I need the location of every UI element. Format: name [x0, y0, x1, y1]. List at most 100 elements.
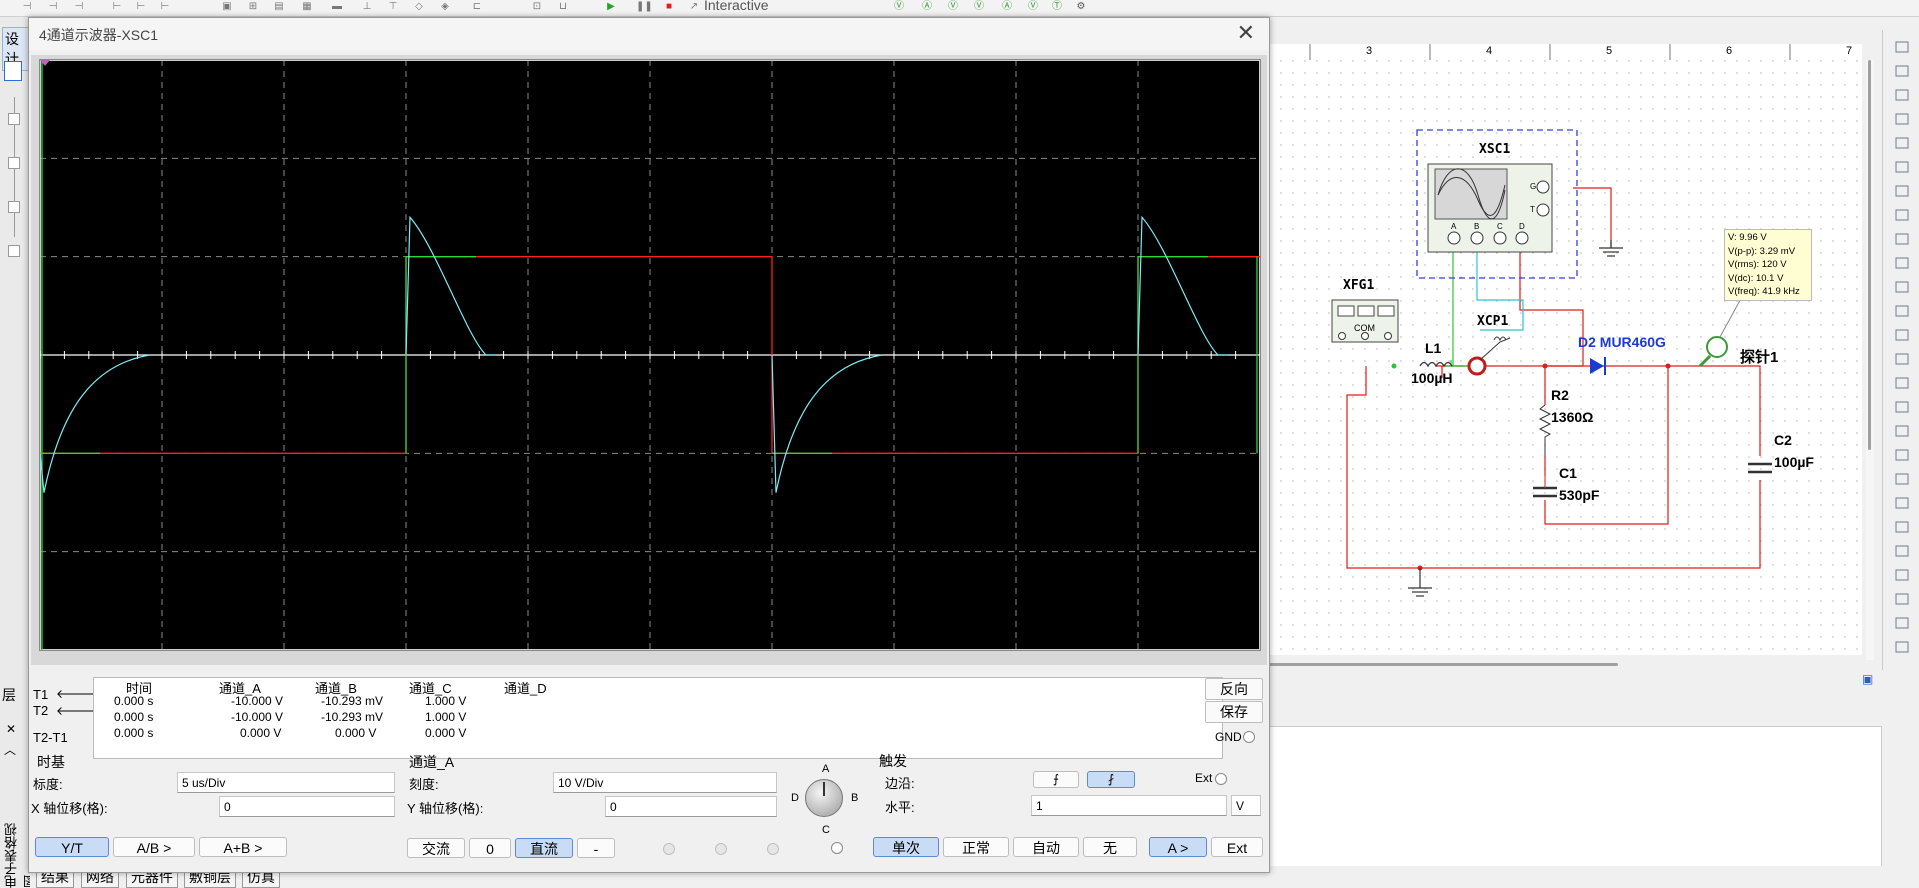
channel-scale-field[interactable]: 10 V/Div — [553, 772, 777, 793]
schematic-hscroll[interactable] — [1268, 660, 1868, 668]
instrument-toolbar-icons[interactable] — [1885, 30, 1919, 670]
layer-tab[interactable]: 层 — [2, 685, 16, 705]
t2-ch-a: -10.000 V — [231, 710, 284, 724]
component-icon[interactable]: ⊣ — [46, 1, 60, 13]
component-icon[interactable]: ▤ — [272, 1, 286, 13]
trigger-single-button[interactable]: 单次 — [873, 837, 939, 857]
coupling-ac-button[interactable]: 交流 — [407, 838, 465, 858]
gnd-radio[interactable] — [1243, 731, 1255, 743]
mode-yt-button[interactable]: Y/T — [35, 837, 109, 857]
t1-right-arrow-icon[interactable]: 🡒 — [73, 688, 105, 701]
instrument-icon[interactable]: Ⓥ — [946, 1, 960, 13]
right-tool-strip — [1882, 30, 1919, 670]
trigger-ext-radio[interactable] — [1215, 773, 1227, 785]
trigger-source-button[interactable]: A > — [1149, 837, 1207, 857]
instrument-icon[interactable]: Ⓥ — [972, 1, 986, 13]
y-position-field[interactable]: 0 — [605, 796, 777, 817]
ruler-tick-label: 7 — [1846, 45, 1853, 57]
probe-voltage: V: 9.96 V — [1728, 232, 1767, 243]
ruler-tick-label: 5 — [1606, 45, 1613, 57]
reverse-button[interactable]: 反向 — [1205, 678, 1263, 700]
component-icon[interactable]: ⊢ — [134, 1, 148, 13]
trigger-level-unit[interactable]: V — [1231, 795, 1261, 816]
component-icon[interactable]: ⊏ — [470, 1, 484, 13]
tree-toggle-icon[interactable] — [8, 113, 20, 125]
stop-icon[interactable]: ■ — [662, 1, 676, 13]
falling-edge-button[interactable]: ⨏ — [1087, 771, 1135, 788]
component-icon[interactable]: ⊔ — [556, 1, 570, 13]
scope-terminal-g: G — [1530, 182, 1537, 191]
trigger-normal-button[interactable]: 正常 — [943, 837, 1009, 857]
scope-terminal-c: C — [1497, 222, 1503, 231]
misc-icon[interactable]: ▬ — [330, 1, 344, 13]
window-titlebar[interactable]: 4通道示波器-XSC1 ✕ — [29, 18, 1269, 50]
schematic-vscroll[interactable] — [1866, 60, 1874, 660]
channel-radio[interactable] — [767, 843, 779, 855]
component-icon[interactable]: ▦ — [300, 1, 314, 13]
instrument-icon[interactable]: Ⓣ — [1050, 1, 1064, 13]
component-icon[interactable]: ⊥ — [360, 1, 374, 13]
spreadsheet-view-tab[interactable]: 电子表格视图 — [2, 813, 38, 888]
trigger-ext-button[interactable]: Ext — [1211, 837, 1263, 857]
instrument-icon[interactable]: Ⓥ — [892, 1, 906, 13]
mode-ab-button[interactable]: A/B > — [113, 837, 195, 857]
schematic-hscroll-thumb[interactable] — [1268, 663, 1618, 666]
tree-toggle-icon[interactable] — [8, 245, 20, 257]
chevron-up-icon[interactable]: ︿ — [4, 741, 16, 758]
tree-toggle-icon[interactable] — [8, 157, 20, 169]
x-position-field[interactable]: 0 — [219, 796, 395, 817]
c1-name: C1 — [1559, 465, 1577, 481]
component-icon[interactable]: ⊞ — [246, 1, 260, 13]
trace-c — [40, 354, 151, 493]
component-icon[interactable]: ⊢ — [110, 1, 124, 13]
scope-screen[interactable] — [39, 59, 1261, 651]
mode-a-plus-b-button[interactable]: A+B > — [199, 837, 287, 857]
component-icon[interactable]: ⊡ — [530, 1, 544, 13]
component-icon[interactable]: ⊤ — [386, 1, 400, 13]
panel-icon[interactable]: ▣ — [1862, 672, 1876, 686]
schematic-vscroll-thumb[interactable] — [1868, 60, 1871, 450]
rising-edge-button[interactable]: ⨍ — [1033, 771, 1079, 788]
schematic-canvas[interactable]: XSC1 A B C D G T XFG1 COM XCP1 L1 100µH … — [1268, 60, 1862, 655]
save-button[interactable]: 保存 — [1205, 701, 1263, 723]
mode-icon[interactable]: ↗ — [688, 1, 700, 13]
instrument-icon[interactable]: Ⓐ — [1000, 1, 1014, 13]
knob-label-a: A — [822, 763, 830, 775]
trigger-auto-button[interactable]: 自动 — [1013, 837, 1079, 857]
component-icon[interactable]: ◈ — [438, 1, 452, 13]
component-icon[interactable]: ◇ — [412, 1, 426, 13]
gear-icon[interactable]: ⚙ — [1074, 1, 1088, 13]
t1-time: 0.000 s — [114, 694, 154, 708]
coupling-dc-button[interactable]: 直流 — [515, 838, 573, 858]
sheet-icon[interactable] — [4, 61, 22, 81]
t1-left-arrow-icon[interactable]: 🡐 — [56, 688, 88, 701]
channel-c-radio[interactable] — [831, 842, 843, 854]
interactive-mode-label[interactable]: Interactive — [704, 0, 769, 13]
trigger-none-button[interactable]: 无 — [1083, 837, 1137, 857]
t1-ch-c: 1.000 V — [425, 694, 467, 708]
probe-freq: V(freq): 41.9 kHz — [1728, 286, 1800, 297]
channel-radio[interactable] — [715, 843, 727, 855]
run-icon[interactable]: ▶ — [604, 1, 618, 13]
close-icon[interactable]: ✕ — [6, 722, 16, 736]
t2-left-arrow-icon[interactable]: 🡐 — [56, 705, 88, 718]
coupling-minus-button[interactable]: - — [577, 838, 615, 858]
channel-radio[interactable] — [663, 843, 675, 855]
trigger-level-field[interactable]: 1 — [1031, 795, 1227, 816]
pause-icon[interactable]: ❚❚ — [636, 1, 653, 13]
coupling-zero-button[interactable]: 0 — [469, 838, 511, 858]
timebase-scale-field[interactable]: 5 us/Div — [177, 772, 395, 793]
instrument-icon[interactable]: Ⓥ — [1026, 1, 1040, 13]
channel-select-knob[interactable] — [805, 779, 843, 817]
t1-ch-a: -10.000 V — [231, 694, 284, 708]
component-icon[interactable]: ⊢ — [158, 1, 172, 13]
instrument-icon[interactable]: Ⓐ — [920, 1, 934, 13]
component-icon[interactable]: ⊣ — [20, 1, 34, 13]
tree-toggle-icon[interactable] — [8, 201, 20, 213]
l1-value: 100µH — [1411, 370, 1453, 386]
close-icon[interactable]: ✕ — [1237, 22, 1255, 44]
t2-right-arrow-icon[interactable]: 🡒 — [73, 705, 105, 718]
cursor-t1-label: T1 — [33, 687, 49, 702]
component-icon[interactable]: ⊣ — [72, 1, 86, 13]
component-icon[interactable]: ▣ — [220, 1, 234, 13]
